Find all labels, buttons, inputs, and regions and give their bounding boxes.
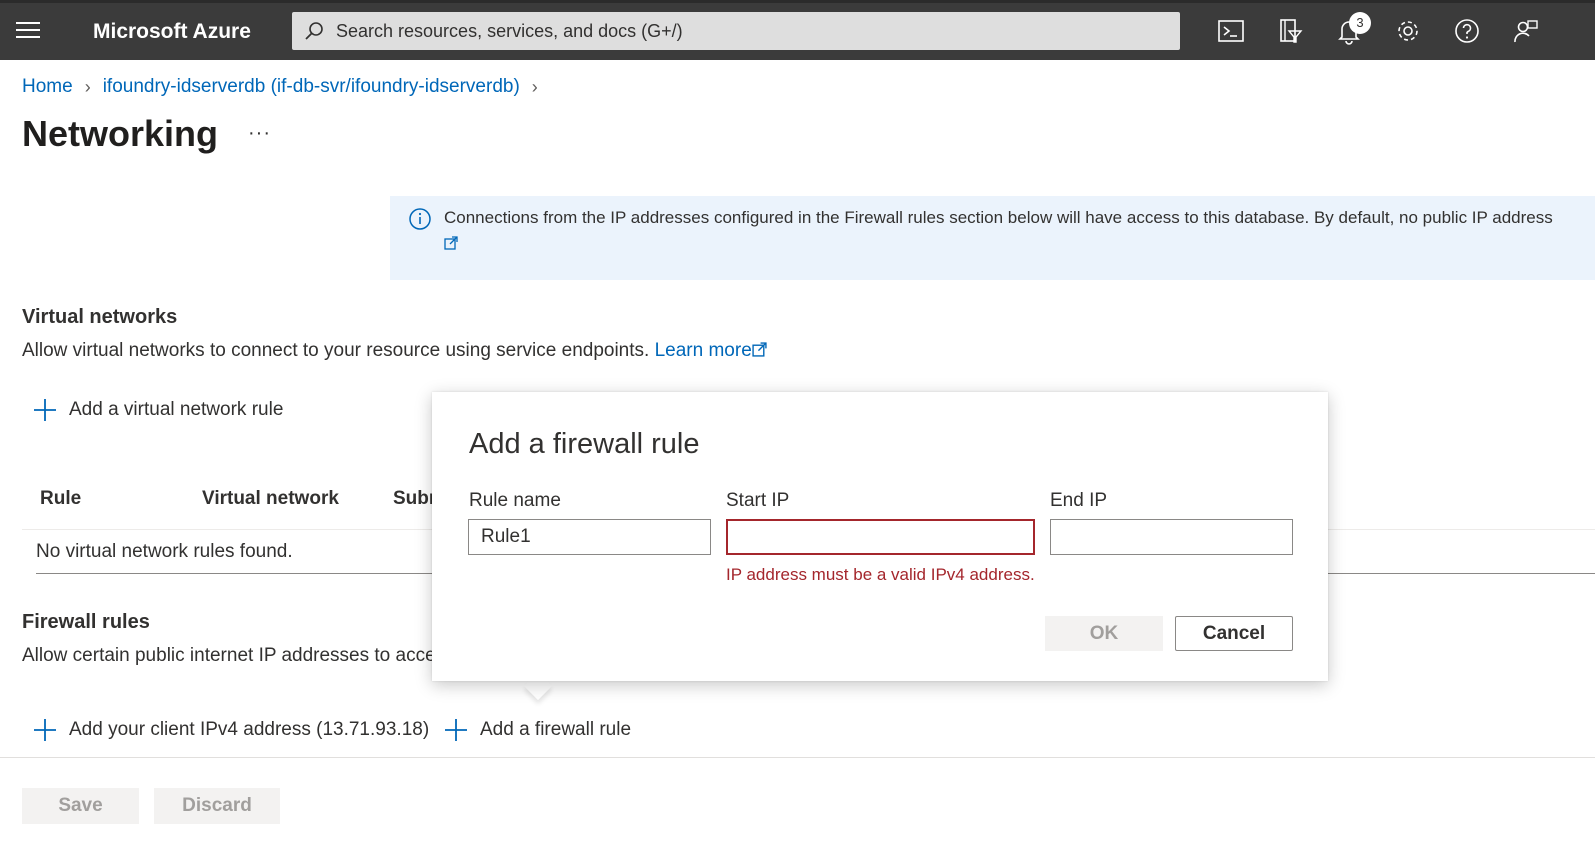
brand-title[interactable]: Microsoft Azure bbox=[93, 20, 251, 44]
search-input[interactable] bbox=[336, 12, 1166, 50]
end-ip-label: End IP bbox=[1050, 490, 1108, 511]
rule-name-input[interactable] bbox=[468, 519, 711, 555]
add-client-ip-label: Add your client IPv4 address (13.71.93.1… bbox=[69, 719, 430, 740]
start-ip-error-message: IP address must be a valid IPv4 address. bbox=[726, 565, 1035, 584]
start-ip-input[interactable] bbox=[726, 519, 1035, 555]
directory-filter-icon[interactable] bbox=[1276, 17, 1304, 45]
add-client-ip-button[interactable]: Add your client IPv4 address (13.71.93.1… bbox=[33, 718, 429, 742]
empty-table-message: No virtual network rules found. bbox=[36, 541, 293, 562]
top-bar: Microsoft Azure 3 bbox=[0, 0, 1595, 60]
cloud-shell-icon[interactable] bbox=[1217, 17, 1245, 45]
search-icon bbox=[305, 22, 323, 40]
add-virtual-network-rule-label: Add a virtual network rule bbox=[69, 399, 284, 420]
discard-button[interactable]: Discard bbox=[154, 788, 280, 824]
add-firewall-rule-dialog: Add a firewall rule Rule name Start IP I… bbox=[432, 392, 1328, 681]
feedback-icon[interactable] bbox=[1512, 17, 1540, 45]
add-firewall-rule-label: Add a firewall rule bbox=[480, 719, 632, 740]
virtual-networks-description-text: Allow virtual networks to connect to you… bbox=[22, 340, 650, 361]
firewall-rules-description: Allow certain public internet IP address… bbox=[22, 645, 436, 666]
breadcrumb-resource-link[interactable]: ifoundry-idserverdb (if-db-svr/ifoundry-… bbox=[103, 76, 520, 98]
more-options-button[interactable]: ··· bbox=[248, 122, 271, 145]
plus-icon bbox=[445, 719, 467, 741]
rule-name-label: Rule name bbox=[469, 490, 561, 511]
save-button[interactable]: Save bbox=[22, 788, 139, 824]
external-link-icon[interactable] bbox=[752, 342, 767, 357]
external-link-icon[interactable] bbox=[444, 236, 458, 250]
notification-count-badge: 3 bbox=[1349, 12, 1371, 34]
column-header-rule[interactable]: Rule bbox=[40, 488, 81, 510]
chevron-right-icon: › bbox=[531, 76, 538, 97]
breadcrumb-home-link[interactable]: Home bbox=[22, 76, 73, 98]
dialog-title: Add a firewall rule bbox=[469, 428, 700, 460]
virtual-networks-description: Allow virtual networks to connect to you… bbox=[22, 340, 767, 362]
add-firewall-rule-button[interactable]: Add a firewall rule bbox=[444, 718, 631, 742]
plus-icon bbox=[34, 719, 56, 741]
info-banner: Connections from the IP addresses config… bbox=[390, 196, 1595, 280]
settings-icon[interactable] bbox=[1394, 17, 1422, 45]
ok-button[interactable]: OK bbox=[1045, 616, 1163, 651]
menu-icon[interactable] bbox=[16, 22, 40, 40]
firewall-rules-heading: Firewall rules bbox=[22, 611, 150, 633]
column-header-virtual-network[interactable]: Virtual network bbox=[202, 488, 339, 510]
virtual-networks-heading: Virtual networks bbox=[22, 306, 178, 328]
learn-more-link[interactable]: Learn more bbox=[655, 340, 752, 361]
start-ip-label: Start IP bbox=[726, 490, 790, 511]
end-ip-input[interactable] bbox=[1050, 519, 1293, 555]
info-banner-text: Connections from the IP addresses config… bbox=[444, 208, 1553, 227]
footer-divider bbox=[0, 757, 1595, 758]
breadcrumb: Home › ifoundry-idserverdb (if-db-svr/if… bbox=[22, 76, 550, 98]
info-icon bbox=[409, 208, 431, 230]
global-search[interactable] bbox=[292, 12, 1180, 50]
chevron-right-icon: › bbox=[84, 76, 91, 97]
help-icon[interactable] bbox=[1453, 17, 1481, 45]
add-virtual-network-rule-button[interactable]: Add a virtual network rule bbox=[33, 398, 283, 422]
plus-icon bbox=[34, 399, 56, 421]
page-title: Networking bbox=[22, 113, 219, 154]
cancel-button[interactable]: Cancel bbox=[1175, 616, 1293, 651]
